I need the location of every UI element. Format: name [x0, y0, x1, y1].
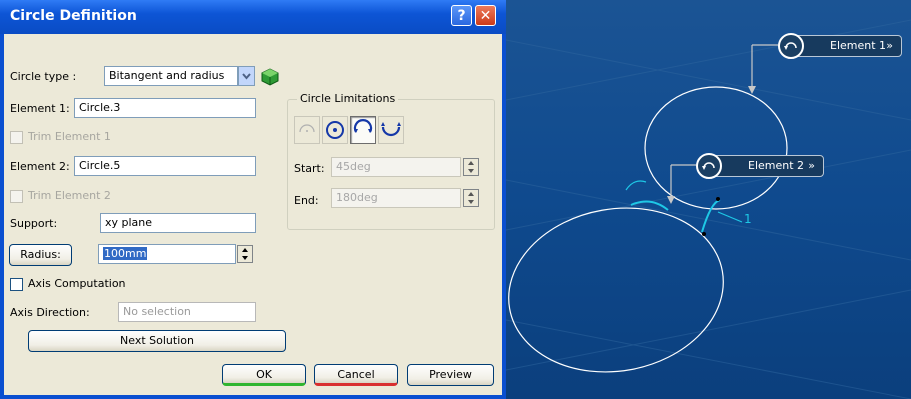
- ok-button[interactable]: OK: [222, 364, 306, 386]
- chevron-down-icon: [242, 73, 251, 80]
- trimmed-circle-button[interactable]: [378, 116, 404, 144]
- circle-type-dropdown-button[interactable]: [238, 66, 255, 86]
- start-spinner[interactable]: [463, 158, 479, 176]
- circle-limitations-title: Circle Limitations: [297, 92, 399, 105]
- end-field[interactable]: 180deg: [331, 188, 461, 208]
- complementary-circle-button[interactable]: [350, 116, 376, 144]
- element2-arc-icon: [696, 153, 722, 179]
- radius-field[interactable]: 100mm: [98, 244, 236, 264]
- geometry-viewport[interactable]: Element 1 » Element 2 » 1: [506, 0, 911, 399]
- trimmed-circle-icon: [381, 122, 401, 137]
- whole-circle-button[interactable]: [322, 116, 348, 144]
- start-label: Start:: [294, 162, 325, 175]
- circle-type-options-icon[interactable]: [258, 65, 282, 87]
- partial-circle-button[interactable]: [294, 116, 320, 144]
- axis-computation-checkbox[interactable]: [10, 278, 23, 291]
- end-label: End:: [294, 194, 319, 207]
- circle-type-select[interactable]: Bitangent and radius: [104, 66, 238, 86]
- support-field[interactable]: xy plane: [100, 213, 256, 233]
- trim-element2-label: Trim Element 2: [28, 189, 111, 202]
- help-button[interactable]: ?: [451, 5, 472, 26]
- close-button[interactable]: ✕: [475, 5, 496, 26]
- chevron-right-icon: »: [808, 159, 815, 172]
- cancel-button[interactable]: Cancel: [314, 364, 398, 386]
- element2-tag-label: Element 2: [748, 159, 805, 172]
- radius-button[interactable]: Radius:: [9, 244, 72, 266]
- element1-label: Element 1:: [10, 102, 70, 115]
- trim-element2-checkbox[interactable]: [10, 190, 23, 203]
- whole-circle-icon: [326, 121, 344, 139]
- circle-definition-dialog: Circle Definition ? ✕ Circle type : Bita…: [0, 0, 506, 399]
- support-label: Support:: [10, 217, 58, 230]
- element2-field[interactable]: Circle.5: [74, 156, 256, 176]
- circle-type-label: Circle type :: [10, 70, 77, 83]
- element1-field[interactable]: Circle.3: [74, 98, 256, 118]
- axis-computation-label: Axis Computation: [28, 277, 126, 290]
- partial-circle-icon: [299, 124, 315, 133]
- element1-arc-icon: [778, 33, 804, 59]
- start-field[interactable]: 45deg: [331, 157, 461, 177]
- element2-label: Element 2:: [10, 160, 70, 173]
- element1-circle[interactable]: [644, 86, 788, 210]
- title-bar[interactable]: Circle Definition ? ✕: [0, 0, 506, 34]
- element2-circle[interactable]: [506, 191, 736, 388]
- element1-tag-label: Element 1: [830, 39, 887, 52]
- radius-value: 100mm: [103, 247, 148, 260]
- solution-marker-label: 1: [744, 212, 752, 226]
- chevron-right-icon: »: [886, 39, 893, 52]
- element1-tag[interactable]: Element 1 »: [795, 35, 902, 57]
- radius-spinner[interactable]: [237, 245, 253, 263]
- axis-direction-field[interactable]: No selection: [118, 302, 256, 322]
- dialog-body: Circle type : Bitangent and radius Eleme…: [4, 34, 502, 395]
- preview-button[interactable]: Preview: [407, 364, 494, 386]
- complementary-circle-icon: [353, 119, 373, 133]
- sketch-canvas: [506, 19, 911, 399]
- end-spinner[interactable]: [463, 189, 479, 207]
- next-solution-button[interactable]: Next Solution: [28, 330, 286, 352]
- trim-element1-label: Trim Element 1: [28, 130, 111, 143]
- element2-tag[interactable]: Element 2 »: [713, 155, 824, 177]
- dialog-title: Circle Definition: [10, 8, 137, 24]
- axis-direction-label: Axis Direction:: [10, 306, 90, 319]
- trim-element1-checkbox[interactable]: [10, 131, 23, 144]
